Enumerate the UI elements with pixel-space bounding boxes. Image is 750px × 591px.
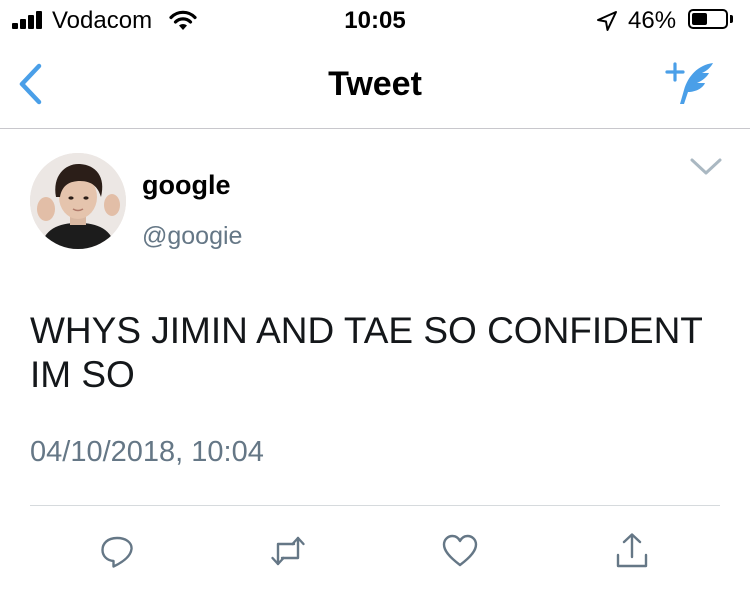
battery-level xyxy=(692,13,707,25)
tweet-detail: google @googie WHYS JIMIN AND TAE SO CON… xyxy=(0,129,750,591)
like-button[interactable] xyxy=(440,531,480,571)
share-icon xyxy=(616,533,648,568)
retweet-button[interactable] xyxy=(268,531,308,571)
compose-tweet-button[interactable] xyxy=(664,58,720,108)
tweet-text: WHYS JIMIN AND TAE SO CONFIDENT IM SO xyxy=(30,310,703,395)
retweet-icon xyxy=(271,536,305,566)
nav-bar: Tweet xyxy=(0,40,750,129)
reply-icon xyxy=(101,536,133,568)
battery-percentage: 46% xyxy=(628,7,677,34)
share-button[interactable] xyxy=(612,531,652,571)
battery-cap xyxy=(730,15,733,23)
divider xyxy=(30,505,720,506)
tweet-timestamp: 04/10/2018, 10:04 xyxy=(30,436,264,468)
like-icon xyxy=(442,534,478,567)
compose-feather-icon xyxy=(665,62,713,104)
status-bar: Vodacom 10:05 46% xyxy=(0,0,750,40)
page-title: Tweet xyxy=(328,65,422,103)
display-name[interactable]: google xyxy=(142,169,231,201)
user-handle[interactable]: @googie xyxy=(142,221,242,251)
avatar[interactable] xyxy=(30,153,126,249)
battery-icon xyxy=(688,9,728,29)
tweet-options-button[interactable] xyxy=(686,151,726,183)
reply-button[interactable] xyxy=(97,531,137,571)
avatar-photo xyxy=(30,153,126,249)
chevron-down-icon xyxy=(690,158,722,175)
location-arrow-icon xyxy=(597,11,617,31)
